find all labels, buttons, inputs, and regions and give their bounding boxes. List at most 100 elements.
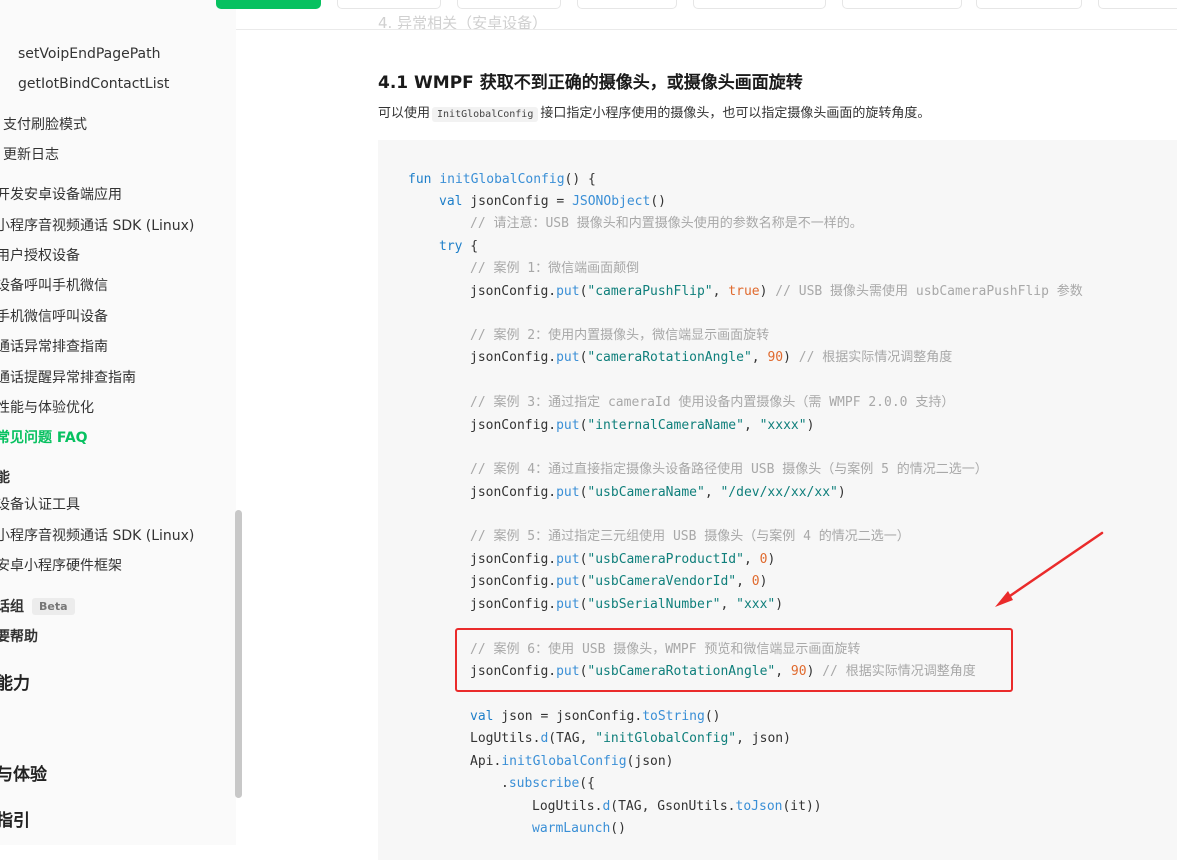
sidebar-section-guide[interactable]: 指引 xyxy=(0,811,30,831)
fn-initglobalconfig-call: initGlobalConfig xyxy=(501,754,627,769)
sidebar-group-features[interactable]: 能 xyxy=(0,468,10,488)
str-tag: "initGlobalConfig" xyxy=(595,731,737,746)
fn-initglobalconfig: initGlobalConfig xyxy=(439,172,565,187)
fn-tojson: toJson xyxy=(735,799,783,814)
sidebar-group-call-group[interactable]: 话组 Beta xyxy=(0,597,75,617)
tab-active[interactable] xyxy=(216,0,321,9)
sidebar-item-linux-sdk-2[interactable]: 小程序音视频通话 SDK (Linux) xyxy=(0,526,194,546)
val-rest: () xyxy=(650,194,666,209)
sidebar-section-experience[interactable]: 与体验 xyxy=(0,765,47,785)
header-divider xyxy=(236,29,1177,30)
str-key: "internalCameraName" xyxy=(587,418,744,433)
log2-args: (TAG, GsonUtils. xyxy=(610,799,736,814)
code-line-c4: jsonConfig.put("usbCameraName", "/dev/xx… xyxy=(470,485,846,500)
warm-rest: () xyxy=(610,821,626,836)
fn-subscribe: subscribe xyxy=(508,776,580,791)
fn-warmlaunch: warmLaunch xyxy=(532,821,611,836)
top-tab-bar xyxy=(216,0,1177,9)
sidebar-item-linux-sdk[interactable]: 小程序音视频通话 SDK (Linux) xyxy=(0,216,194,236)
tab-3[interactable] xyxy=(457,0,561,9)
sub-dot: . xyxy=(501,776,509,791)
section-description: 可以使用 InitGlobalConfig 接口指定小程序使用的摄像头，也可以指定摄… xyxy=(378,104,930,125)
code-line-log: LogUtils.d(TAG, "initGlobalConfig", json… xyxy=(470,730,791,748)
sidebar-item-cert-tool[interactable]: 设备认证工具 xyxy=(0,495,80,515)
obj: jsonConfig. xyxy=(470,418,557,433)
sidebar-item-getiotbindcontactlist[interactable]: getIotBindContactList xyxy=(18,74,169,94)
code-line-c2: jsonConfig.put("cameraRotationAngle", 90… xyxy=(470,350,953,365)
sidebar-item-reminder-troubleshoot[interactable]: 通话提醒异常排查指南 xyxy=(0,368,136,388)
section-title: 4.1 WMPF 获取不到正确的摄像头，或摄像头画面旋转 xyxy=(378,73,803,93)
str-val: "/dev/xx/xx/xx" xyxy=(720,485,838,500)
code-line-c3-comment: // 案例 3：通过指定 cameraId 使用设备内置摄像头（需 WMPF 2… xyxy=(470,395,955,410)
sidebar-section-capabilities[interactable]: 能力 xyxy=(0,674,30,694)
json-name: json = jsonConfig. xyxy=(493,709,643,724)
code-line-c4-comment: // 案例 4：通过直接指定摄像头设备路径使用 USB 摄像头（与案例 5 的情… xyxy=(470,462,988,477)
str-key: "usbCameraVendorId" xyxy=(587,574,737,589)
log-args1: (TAG, xyxy=(548,731,596,746)
code-line-c1-comment: // 案例 1：微信端画面颠倒 xyxy=(470,261,640,276)
code-line-val: val jsonConfig = JSONObject() xyxy=(439,193,666,211)
tab-5[interactable] xyxy=(693,0,826,9)
val-bool: true xyxy=(728,284,760,299)
sidebar-item-device-call-phone[interactable]: 设备呼叫手机微信 xyxy=(0,276,108,296)
code-line-subscribe: .subscribe({ xyxy=(501,775,595,793)
obj: jsonConfig. xyxy=(470,552,557,567)
sidebar-item-performance[interactable]: 性能与体验优化 xyxy=(0,398,94,418)
code-line-log2: LogUtils.d(TAG, GsonUtils.toJson(it)) xyxy=(532,798,822,816)
sidebar-item-call-troubleshoot[interactable]: 通话异常排查指南 xyxy=(0,337,108,357)
fn-put: put xyxy=(556,350,580,365)
code-line-try: try { xyxy=(439,238,478,256)
str-val: "xxxx" xyxy=(759,418,807,433)
api-obj: Api. xyxy=(470,754,502,769)
kw-try: try xyxy=(439,239,463,254)
sidebar-item-android-app[interactable]: 开发安卓设备端应用 xyxy=(0,185,122,205)
val-num: 90 xyxy=(767,350,784,365)
code-line-warm: warmLaunch() xyxy=(532,820,626,838)
tab-8[interactable] xyxy=(1098,0,1177,9)
val-num: 0 xyxy=(759,552,768,567)
sidebar-item-hardware-framework[interactable]: 安卓小程序硬件框架 xyxy=(0,556,122,576)
tab-2[interactable] xyxy=(337,0,441,9)
str-key: "cameraRotationAngle" xyxy=(587,350,752,365)
fun-rest: () { xyxy=(564,172,596,187)
tab-7[interactable] xyxy=(976,0,1082,9)
sidebar-scrollbar[interactable] xyxy=(235,510,242,798)
str-key: "usbCameraName" xyxy=(587,485,705,500)
obj: jsonConfig. xyxy=(470,350,557,365)
desc-before: 可以使用 xyxy=(378,106,431,121)
sidebar-item-phone-call-device[interactable]: 手机微信呼叫设备 xyxy=(0,307,108,327)
str-key: "usbSerialNumber" xyxy=(587,597,721,612)
code-line-c2-comment: // 案例 2：使用内置摄像头，微信端显示画面旋转 xyxy=(470,328,770,343)
json-rest: () xyxy=(704,709,721,724)
desc-after: 接口指定小程序使用的摄像头，也可以指定摄像头画面的旋转角度。 xyxy=(540,106,931,121)
api-rest: (json) xyxy=(626,754,674,769)
code-line-c5-comment: // 案例 5：通过指定三元组使用 USB 摄像头（与案例 4 的情况二选一） xyxy=(470,529,910,544)
code-line-c5b: jsonConfig.put("usbCameraVendorId", 0) xyxy=(470,574,768,589)
inline-code: InitGlobalConfig xyxy=(432,107,539,122)
kw-val: val xyxy=(439,194,463,209)
code-line-api: Api.initGlobalConfig(json) xyxy=(470,753,674,771)
highlight-box xyxy=(455,628,1013,692)
fn-put: put xyxy=(556,552,580,567)
fn-put: put xyxy=(556,574,580,589)
code-line-c5c: jsonConfig.put("usbSerialNumber", "xxx") xyxy=(470,597,784,612)
obj: jsonConfig. xyxy=(470,284,557,299)
sidebar-item-changelog[interactable]: 更新日志 xyxy=(3,145,59,165)
kw-fun: fun xyxy=(408,172,432,187)
sidebar-item-setvoipendpagepath[interactable]: setVoipEndPagePath xyxy=(18,44,160,64)
inline-comment: // USB 摄像头需使用 usbCameraPushFlip 参数 xyxy=(775,284,1083,299)
code-line-fun: fun initGlobalConfig() { xyxy=(408,171,596,189)
code-line-c3: jsonConfig.put("internalCameraName", "xx… xyxy=(470,418,815,433)
sidebar-item-user-authorize[interactable]: 用户授权设备 xyxy=(0,246,80,266)
str-key: "cameraPushFlip" xyxy=(587,284,713,299)
sidebar-item-face-payment-mode[interactable]: 支付刷脸模式 xyxy=(3,115,87,135)
val-name: jsonConfig = xyxy=(462,194,573,209)
tab-4[interactable] xyxy=(577,0,677,9)
tab-6[interactable] xyxy=(842,0,962,9)
sidebar-item-faq[interactable]: 常见问题 FAQ xyxy=(0,428,88,448)
code-line-json: val json = jsonConfig.toString() xyxy=(470,708,720,726)
sidebar-group-help[interactable]: 要帮助 xyxy=(0,627,38,647)
log-obj: LogUtils. xyxy=(470,731,541,746)
try-rest: { xyxy=(462,239,479,254)
code-line-note: // 请注意：USB 摄像头和内置摄像头使用的参数名称是不一样的。 xyxy=(470,216,863,231)
